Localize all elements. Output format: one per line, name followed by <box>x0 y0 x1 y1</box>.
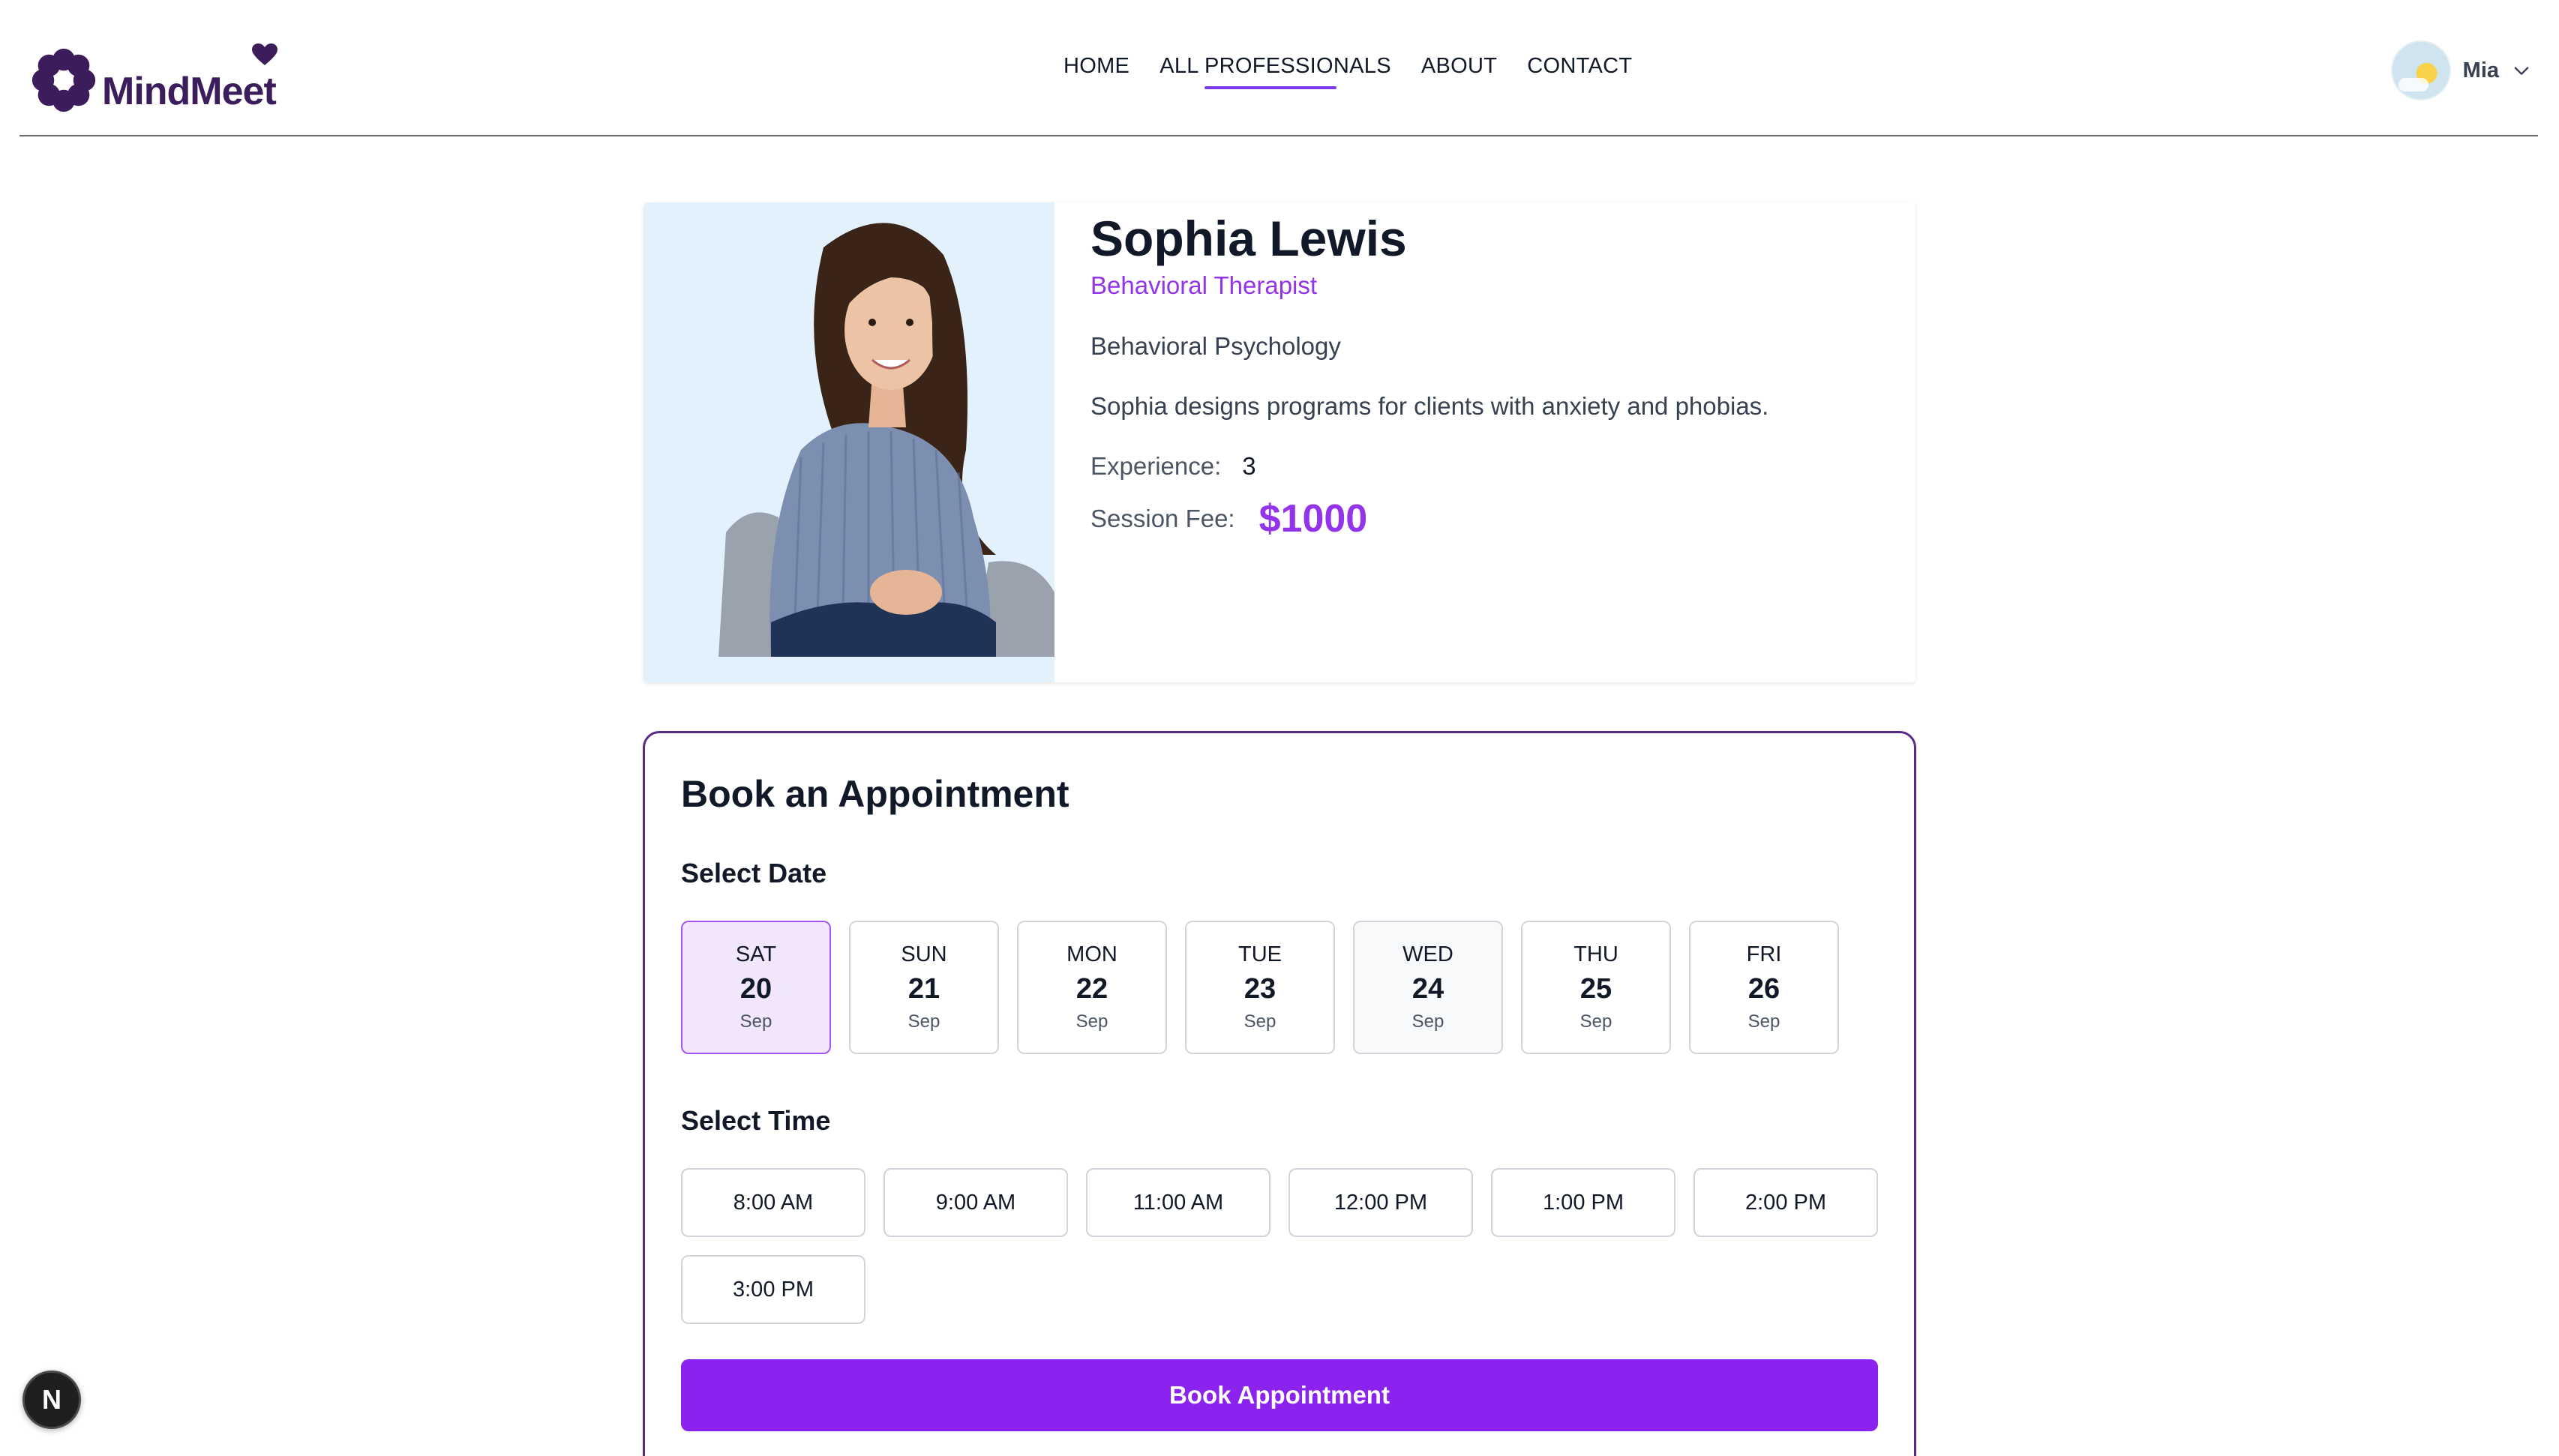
select-date-label: Select Date <box>681 858 827 888</box>
date-month: Sep <box>1580 1011 1612 1032</box>
date-option-mon-22[interactable]: MON 22 Sep <box>1017 921 1167 1054</box>
date-option-thu-25[interactable]: THU 25 Sep <box>1521 921 1671 1054</box>
nav-all-professionals[interactable]: ALL PROFESSIONALS <box>1160 54 1391 89</box>
brand-name: MindMeet <box>102 70 277 113</box>
date-day: 22 <box>1076 973 1108 1005</box>
time-slot[interactable]: 12:00 PM <box>1288 1168 1473 1237</box>
professional-photo <box>644 202 1054 682</box>
date-dow: TUE <box>1238 942 1282 966</box>
session-fee-label: Session Fee: <box>1090 505 1235 532</box>
avatar[interactable] <box>2390 40 2451 100</box>
date-option-wed-24[interactable]: WED 24 Sep <box>1353 921 1503 1054</box>
nav-home[interactable]: HOME <box>1064 54 1130 79</box>
main-nav: HOME ALL PROFESSIONALS ABOUT CONTACT <box>1064 54 1632 89</box>
date-dow: FRI <box>1746 942 1782 966</box>
date-month: Sep <box>1076 1011 1108 1032</box>
time-slot[interactable]: 2:00 PM <box>1694 1168 1878 1237</box>
date-month: Sep <box>1412 1011 1444 1032</box>
session-fee-row: Session Fee: $1000 <box>1090 496 1367 541</box>
date-month: Sep <box>1244 1011 1276 1032</box>
user-name: Mia <box>2462 58 2499 82</box>
date-month: Sep <box>908 1011 940 1032</box>
date-day: 25 <box>1580 973 1612 1005</box>
framework-badge[interactable]: N <box>22 1371 81 1429</box>
time-slot[interactable]: 8:00 AM <box>681 1168 866 1237</box>
date-dow: SAT <box>735 942 777 966</box>
date-month: Sep <box>1748 1011 1780 1032</box>
user-menu[interactable]: Mia <box>2390 40 2532 100</box>
date-dow: SUN <box>901 942 947 966</box>
heart-icon <box>252 43 278 65</box>
portrait-illustration <box>718 223 1054 657</box>
date-option-fri-26[interactable]: FRI 26 Sep <box>1689 921 1839 1054</box>
date-dow: WED <box>1402 942 1454 966</box>
date-dow: MON <box>1066 942 1118 966</box>
experience-row: Experience: 3 <box>1090 452 1256 481</box>
professional-about: Sophia designs programs for clients with… <box>1090 392 1769 420</box>
professional-info: Sophia Lewis Behavioral Therapist Behavi… <box>1054 202 1916 682</box>
select-time-label: Select Time <box>681 1105 831 1136</box>
chevron-down-icon[interactable] <box>2511 60 2532 81</box>
nav-about[interactable]: ABOUT <box>1421 54 1497 79</box>
professional-title: Behavioral Therapist <box>1090 271 1318 299</box>
date-day: 21 <box>908 973 940 1005</box>
date-day: 23 <box>1244 973 1276 1005</box>
date-option-sat-20[interactable]: SAT 20 Sep <box>681 921 831 1054</box>
booking-card: Book an Appointment Select Date SAT 20 S… <box>643 731 1916 1456</box>
experience-value: 3 <box>1242 452 1256 480</box>
date-option-tue-23[interactable]: TUE 23 Sep <box>1185 921 1335 1054</box>
time-slot[interactable]: 11:00 AM <box>1086 1168 1270 1237</box>
time-slot[interactable]: 3:00 PM <box>681 1255 866 1324</box>
professional-profile-card: Sophia Lewis Behavioral Therapist Behavi… <box>644 202 1916 682</box>
brand-logo[interactable]: MindMeet <box>27 34 278 117</box>
booking-title: Book an Appointment <box>681 773 1070 815</box>
site-header: MindMeet HOME ALL PROFESSIONALS ABOUT CO… <box>20 0 2538 136</box>
flower-logo-icon <box>32 48 96 112</box>
book-appointment-button[interactable]: Book Appointment <box>681 1359 1878 1431</box>
date-day: 26 <box>1748 973 1780 1005</box>
date-option-sun-21[interactable]: SUN 21 Sep <box>849 921 999 1054</box>
session-fee-value: $1000 <box>1258 497 1368 541</box>
time-picker: 8:00 AM 9:00 AM 11:00 AM 12:00 PM 1:00 P… <box>681 1168 1896 1324</box>
professional-name: Sophia Lewis <box>1090 211 1407 266</box>
professional-speciality: Behavioral Psychology <box>1090 332 1341 360</box>
time-slot[interactable]: 9:00 AM <box>884 1168 1068 1237</box>
experience-label: Experience: <box>1090 452 1222 480</box>
date-month: Sep <box>740 1011 772 1032</box>
date-dow: THU <box>1574 942 1618 966</box>
date-day: 24 <box>1412 973 1444 1005</box>
time-slot[interactable]: 1:00 PM <box>1491 1168 1676 1237</box>
nav-contact[interactable]: CONTACT <box>1527 54 1632 79</box>
date-picker: SAT 20 Sep SUN 21 Sep MON 22 Sep TUE 23 … <box>681 921 1839 1054</box>
date-day: 20 <box>740 973 772 1005</box>
